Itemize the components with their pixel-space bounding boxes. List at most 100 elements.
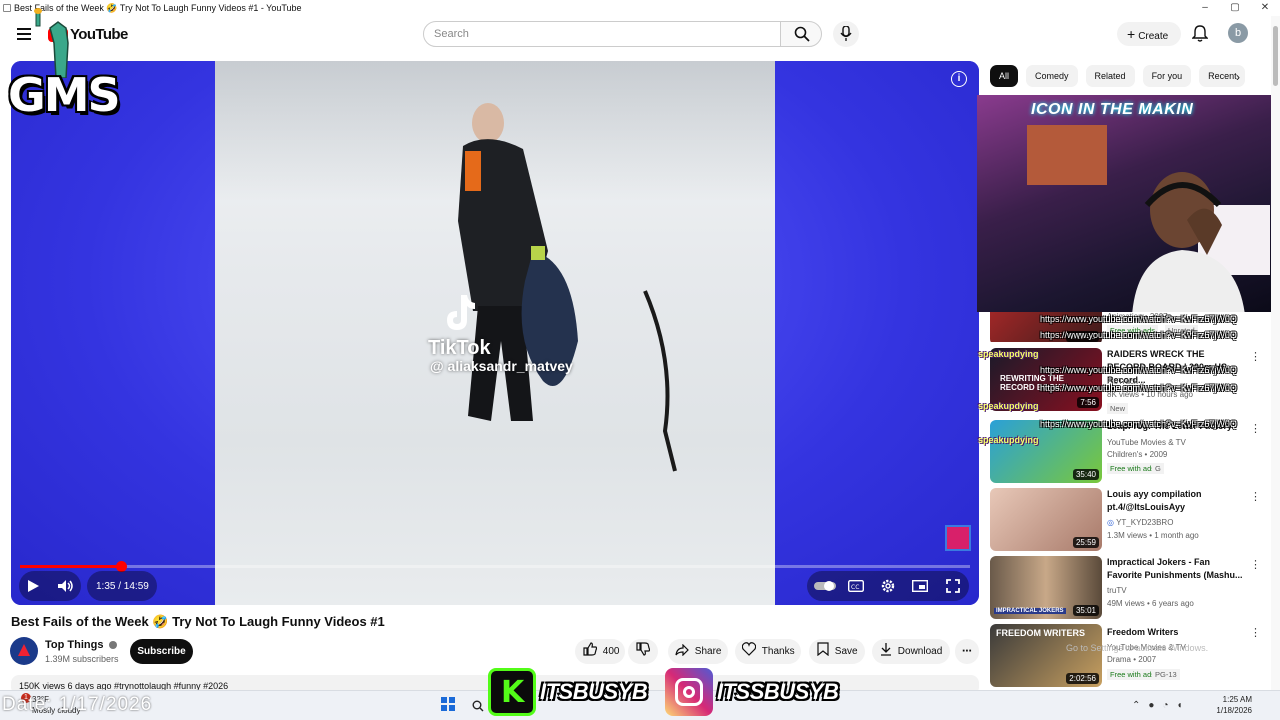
tiktok-brand-text: TikTok xyxy=(428,337,491,359)
save-button[interactable]: Save xyxy=(809,639,865,664)
autoplay-toggle-icon[interactable] xyxy=(814,580,836,592)
save-label: Save xyxy=(834,646,858,657)
background-tv xyxy=(1027,125,1107,185)
share-button[interactable]: Share xyxy=(668,639,728,664)
recommendation-item[interactable]: FREEDOM WRITERS 2:02:56 Freedom Writers … xyxy=(990,624,1261,688)
recommendation-channel: YouTube Movies & TV xyxy=(1107,438,1186,447)
video-player[interactable]: TikTok @ aliaksandr_matvey i 1:35 / 14:5… xyxy=(11,61,979,605)
captions-icon[interactable]: CC xyxy=(848,580,864,592)
search-button[interactable] xyxy=(780,21,822,47)
verified-check-icon xyxy=(108,641,117,650)
share-arrow-icon xyxy=(675,643,689,657)
volume-icon[interactable] xyxy=(57,579,75,593)
dislike-button[interactable] xyxy=(628,639,658,664)
chip-all[interactable]: All xyxy=(990,65,1019,87)
channel-watermark-icon[interactable] xyxy=(945,525,971,551)
overlay-url-text: https://www.youtube.com/watch?v=KvFrz67j… xyxy=(1040,314,1237,324)
plus-icon: + xyxy=(1127,26,1136,42)
overlay-url-text: https://www.youtube.com/watch?v=KvFrz67j… xyxy=(1040,419,1237,429)
thumbs-up-icon xyxy=(583,642,598,656)
tray-volume-icon[interactable]: ◖ xyxy=(1176,700,1190,711)
minimize-button[interactable]: – xyxy=(1190,0,1220,16)
fullscreen-icon[interactable] xyxy=(946,579,960,593)
recommendation-item[interactable]: IMPRACTICAL JOKERS 35:01 Impractical Jok… xyxy=(990,556,1261,620)
tray-mic-icon[interactable]: ● xyxy=(1148,700,1162,711)
more-vert-icon[interactable]: ⋮ xyxy=(1250,558,1261,571)
notifications-bell-icon[interactable] xyxy=(1192,25,1208,43)
tray-chevron-icon[interactable]: ⌃ xyxy=(1132,700,1148,711)
like-button[interactable]: 400 xyxy=(575,639,625,664)
more-vert-icon[interactable]: ⋮ xyxy=(1250,350,1261,363)
more-actions-button[interactable]: ⋯ xyxy=(955,639,979,664)
free-with-ads-badge: Free with ads xyxy=(1107,463,1159,474)
progress-played xyxy=(20,565,121,568)
close-button[interactable]: ✕ xyxy=(1250,0,1280,16)
menu-icon[interactable] xyxy=(17,28,31,40)
create-button[interactable]: + Create xyxy=(1117,22,1181,46)
more-vert-icon[interactable]: ⋮ xyxy=(1250,490,1261,503)
svg-text:CC: CC xyxy=(851,584,859,591)
voice-search-button[interactable] xyxy=(833,21,859,47)
duration-badge: 2:02:56 xyxy=(1066,673,1099,684)
thanks-label: Thanks xyxy=(761,646,795,657)
subscribe-button[interactable]: Subscribe xyxy=(130,639,193,664)
tiktok-icon xyxy=(447,295,475,330)
clock-time: 1:25 AM xyxy=(1222,695,1252,704)
person-sledding-image xyxy=(458,103,578,421)
recommendation-item[interactable]: 35:40 LeapFrog: The Letter Factory YouTu… xyxy=(990,420,1261,484)
recommendation-channel-text: YT_KYD23BRO xyxy=(1116,518,1174,527)
download-label: Download xyxy=(897,646,943,657)
clock-date: 1/18/2026 xyxy=(1216,706,1252,715)
scrollbar-thumb[interactable] xyxy=(1273,26,1278,86)
subscriber-count: 1.39M subscribers xyxy=(45,654,119,664)
duration-badge: 7:56 xyxy=(1077,397,1099,408)
recommendation-views: 1.3M views • 1 month ago xyxy=(1107,531,1199,540)
chevron-right-icon[interactable]: › xyxy=(1236,70,1240,84)
account-avatar[interactable]: b xyxy=(1228,23,1248,43)
taskbar-search-icon[interactable] xyxy=(472,700,484,712)
filter-chips: All Comedy Related For you Recent xyxy=(990,65,1246,87)
instagram-logo-icon xyxy=(665,668,713,716)
download-button[interactable]: Download xyxy=(872,639,950,664)
tray-wifi-icon[interactable]: ◔ xyxy=(1162,700,1176,711)
channel-avatar[interactable] xyxy=(10,637,38,665)
recommendation-views: 49M views • 6 years ago xyxy=(1107,599,1194,608)
more-horiz-icon: ⋯ xyxy=(962,646,972,657)
progress-bar[interactable] xyxy=(20,561,970,572)
overlay-speak-text: speakupdying xyxy=(978,435,1039,445)
gms-logo: GMS xyxy=(8,68,121,122)
chip-comedy[interactable]: Comedy xyxy=(1026,65,1078,87)
more-vert-icon[interactable]: ⋮ xyxy=(1250,626,1261,639)
channel-name-text: Top Things xyxy=(45,639,104,651)
channel-name[interactable]: Top Things xyxy=(45,639,117,651)
more-vert-icon[interactable]: ⋮ xyxy=(1250,422,1261,435)
maximize-button[interactable]: ▢ xyxy=(1220,0,1250,16)
thanks-button[interactable]: Thanks xyxy=(735,639,801,664)
tiktok-username: @ aliaksandr_matvey xyxy=(430,358,573,374)
miniplayer-icon[interactable] xyxy=(912,580,928,592)
search-icon xyxy=(794,26,810,42)
recommendation-genre: Drama • 2007 xyxy=(1107,655,1157,664)
recommendation-thumbnail: IMPRACTICAL JOKERS 35:01 xyxy=(990,556,1102,619)
webcam-banner-text: ICON IN THE MAKIN xyxy=(1031,101,1194,118)
duration-badge: 35:40 xyxy=(1072,469,1099,480)
masthead: YouTube Search + Create b xyxy=(0,16,1280,56)
recommendation-thumbnail: FREEDOM WRITERS 2:02:56 xyxy=(990,624,1102,687)
time-display: 1:35 / 14:59 xyxy=(96,581,149,592)
settings-gear-icon[interactable] xyxy=(880,578,896,594)
info-icon[interactable]: i xyxy=(951,71,967,87)
search-input[interactable]: Search xyxy=(423,21,781,47)
recommendation-channel: truTV xyxy=(1107,586,1127,595)
instagram-handle: ITSSBUSYB xyxy=(717,679,839,704)
page-scrollbar[interactable] xyxy=(1271,16,1280,690)
play-icon[interactable] xyxy=(26,579,40,593)
chip-for-you[interactable]: For you xyxy=(1142,65,1192,87)
chip-related[interactable]: Related xyxy=(1085,65,1135,87)
recommendation-thumbnail: 25:59 xyxy=(990,488,1102,551)
windows-start-icon[interactable] xyxy=(441,697,455,711)
recommendation-item[interactable]: 25:59 Louis ayy compilation pt.4/@ItsLou… xyxy=(990,488,1261,552)
overlay-url-text: https://www.youtube.com/watch?v=KvFrz67j… xyxy=(1040,330,1237,340)
video-frame: TikTok @ aliaksandr_matvey xyxy=(215,61,775,605)
date-watermark: Date: 1/17/2026 xyxy=(2,694,153,715)
taskbar-clock[interactable]: 1:25 AM 1/18/2026 xyxy=(1212,694,1252,716)
